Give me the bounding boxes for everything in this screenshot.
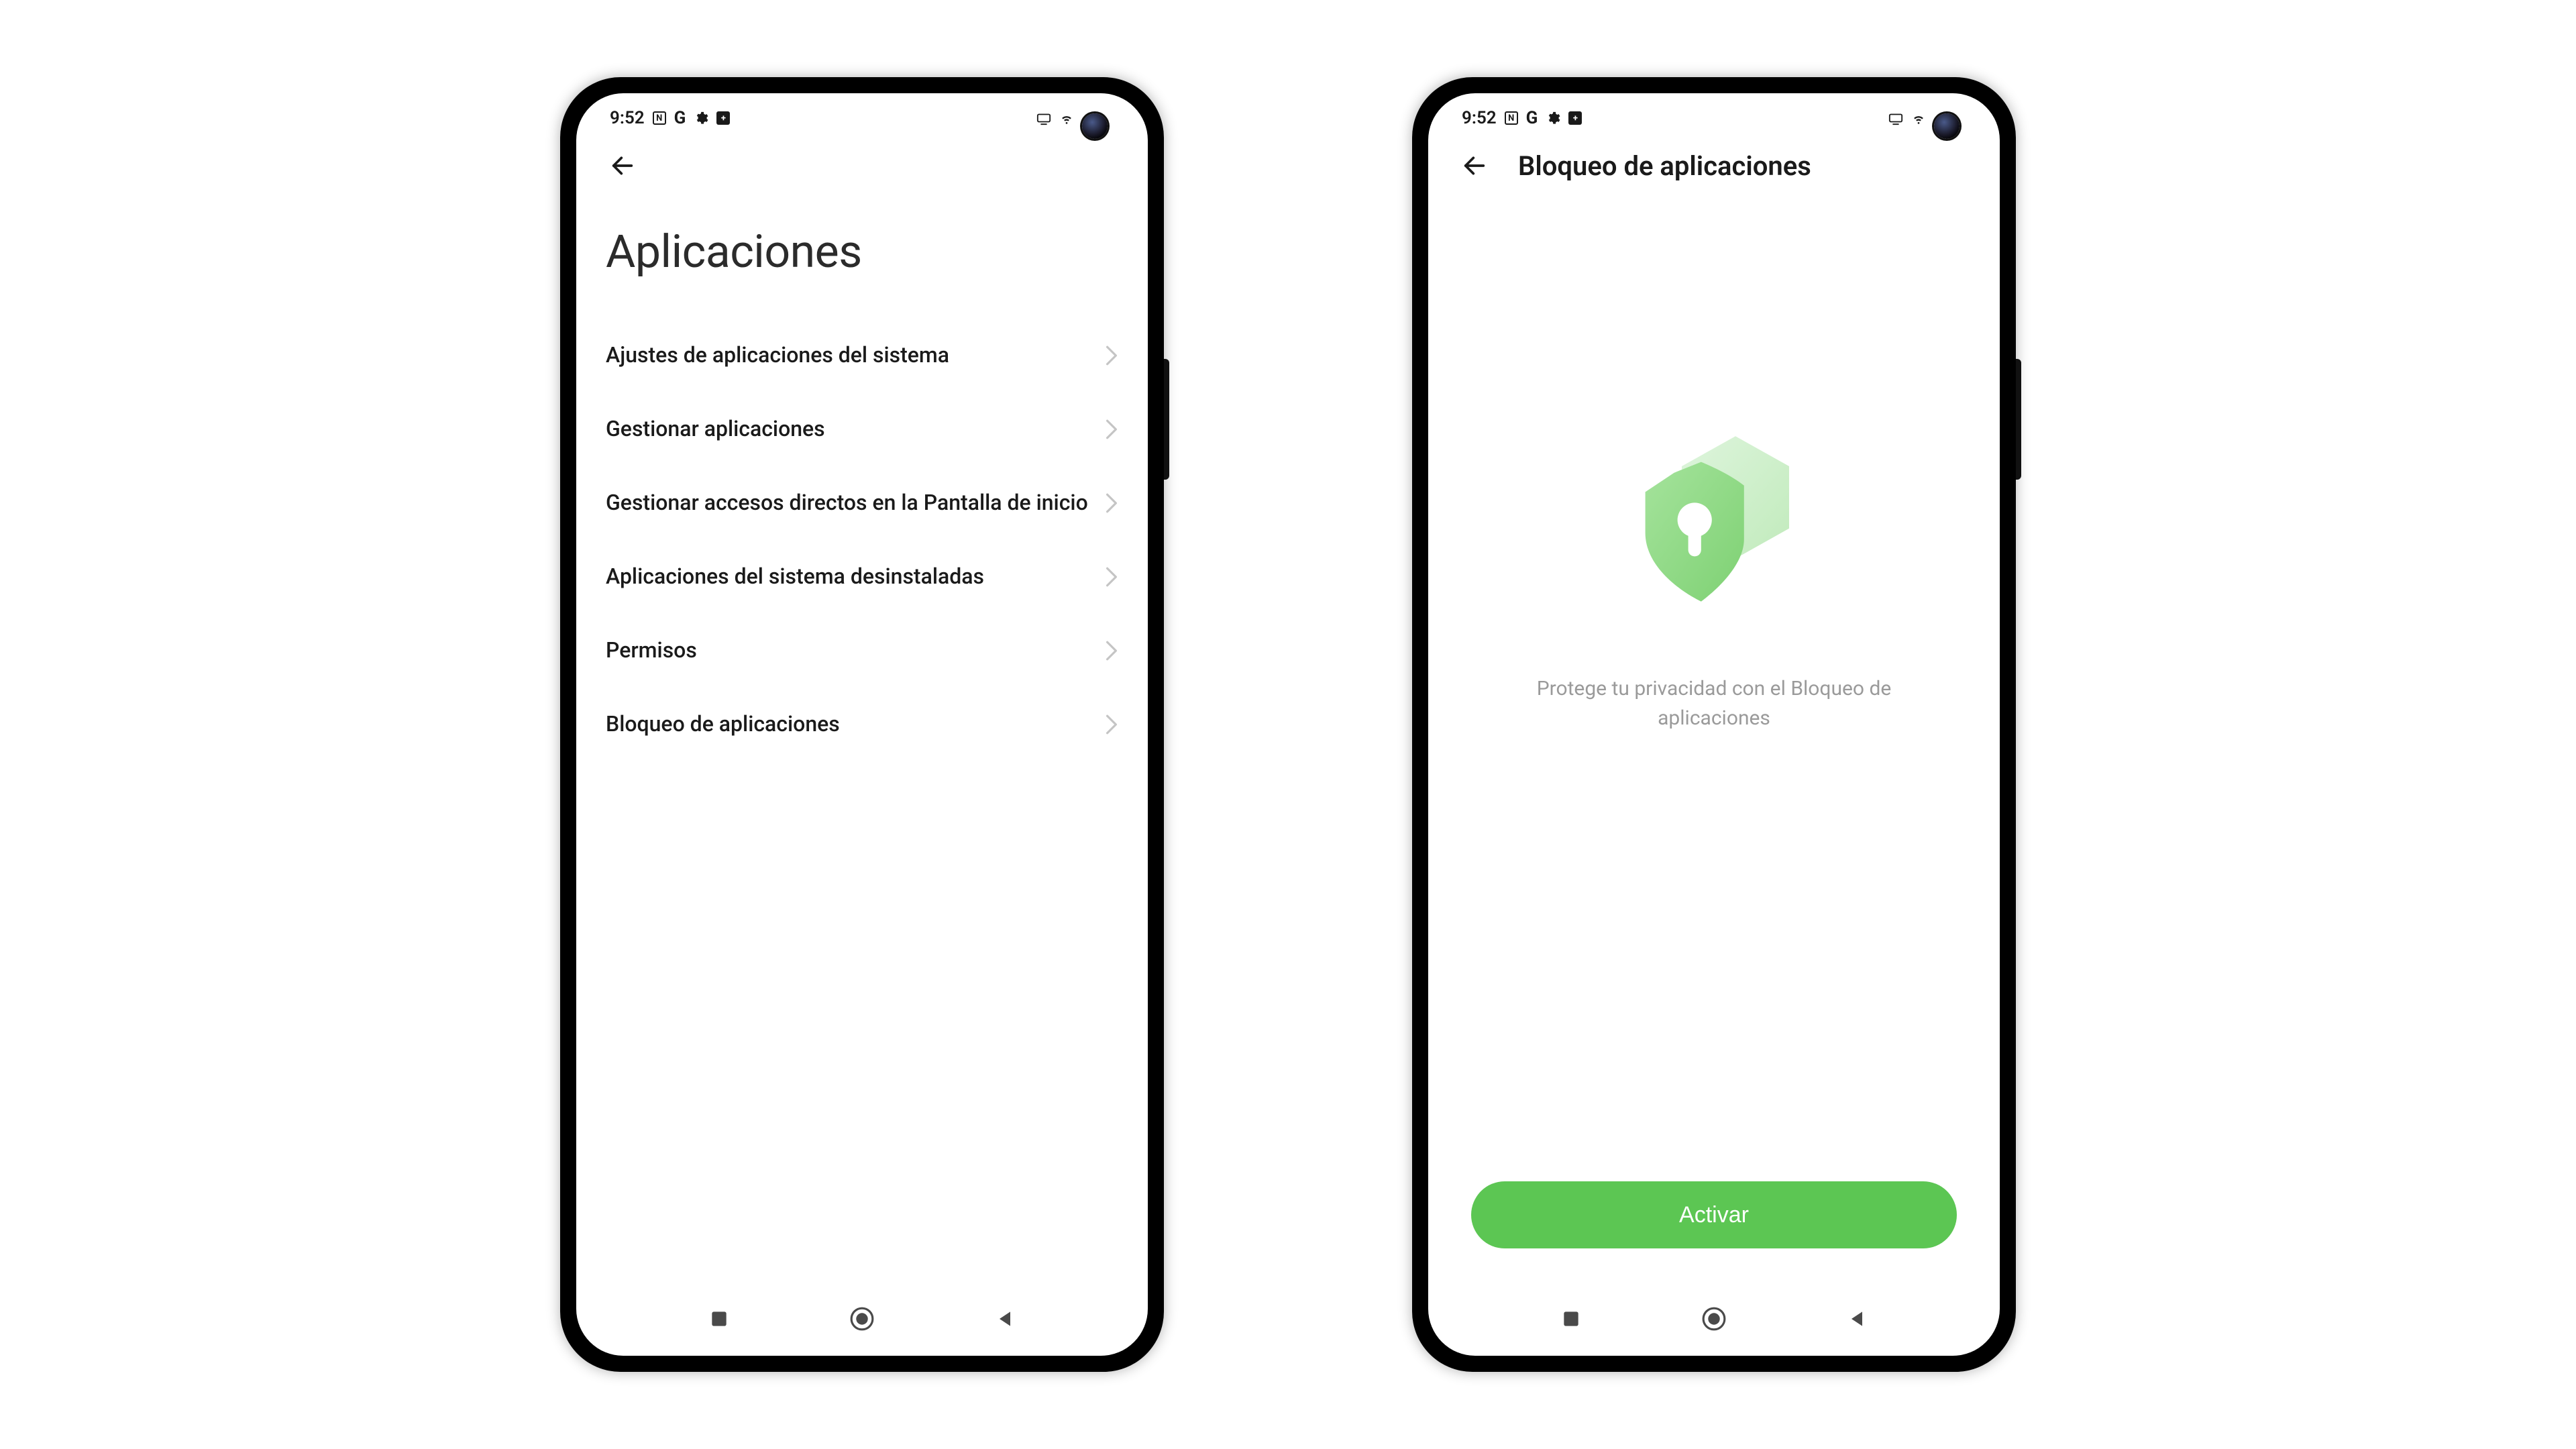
list-item-label: Gestionar aplicaciones (606, 415, 1105, 443)
nav-home-button[interactable] (1674, 1299, 1754, 1339)
wifi-icon (1911, 111, 1926, 125)
list-item-label: Bloqueo de aplicaciones (606, 710, 1105, 739)
shield-illustration (1607, 413, 1821, 627)
list-item-label: Aplicaciones del sistema desinstaladas (606, 563, 1105, 591)
app-bar (576, 133, 1148, 198)
content-right: Protege tu privacidad con el Bloqueo de … (1428, 198, 2000, 1282)
cta-row: Activar (1458, 1181, 1970, 1269)
status-bar: 9:52 N G + (576, 93, 1148, 133)
nav-home-button[interactable] (822, 1299, 902, 1339)
square-icon (708, 1308, 730, 1330)
keyboard-icon (1888, 111, 1903, 125)
circle-icon (1701, 1306, 1727, 1332)
google-icon: G (674, 108, 686, 128)
status-time: 9:52 (1462, 108, 1497, 128)
chevron-right-icon (1105, 640, 1118, 661)
nav-recent-button[interactable] (1531, 1299, 1611, 1339)
nfc-icon: N (653, 111, 666, 125)
nfc-icon: N (1505, 111, 1518, 125)
hero-section: Protege tu privacidad con el Bloqueo de … (1458, 198, 1970, 1181)
phone-power-button (1164, 359, 1169, 480)
battery-saver-icon: + (1568, 111, 1582, 125)
camera-cutout (1934, 113, 1960, 139)
nav-back-button[interactable] (1817, 1299, 1897, 1339)
arrow-left-icon (1461, 152, 1488, 179)
status-left: 9:52 N G + (1462, 108, 1582, 128)
triangle-left-icon (1846, 1308, 1868, 1330)
status-left: 9:52 N G + (610, 108, 730, 128)
list-item-label: Permisos (606, 637, 1105, 665)
activate-button[interactable]: Activar (1471, 1181, 1957, 1248)
phone-frame-left: 9:52 N G + (560, 77, 1164, 1372)
chevron-right-icon (1105, 566, 1118, 588)
screen-left: 9:52 N G + (576, 93, 1148, 1356)
list-item-label: Gestionar accesos directos en la Pantall… (606, 489, 1105, 517)
status-time: 9:52 (610, 108, 645, 128)
keyboard-icon (1036, 111, 1051, 125)
status-bar: 9:52 N G + (1428, 93, 2000, 133)
wifi-icon (1059, 111, 1074, 125)
list-item-manage-shortcuts[interactable]: Gestionar accesos directos en la Pantall… (606, 466, 1118, 540)
chevron-right-icon (1105, 492, 1118, 514)
nav-bar (1428, 1282, 2000, 1356)
nav-bar (576, 1282, 1148, 1356)
triangle-left-icon (994, 1308, 1016, 1330)
chevron-right-icon (1105, 345, 1118, 366)
screen-right: 9:52 N G + Bloqueo de a (1428, 93, 2000, 1356)
page-title: Aplicaciones (606, 225, 1118, 278)
list-item-manage-apps[interactable]: Gestionar aplicaciones (606, 392, 1118, 466)
square-icon (1560, 1308, 1582, 1330)
nav-back-button[interactable] (965, 1299, 1045, 1339)
battery-saver-icon: + (716, 111, 730, 125)
gear-icon (694, 111, 708, 125)
arrow-left-icon (609, 152, 636, 179)
chevron-right-icon (1105, 714, 1118, 735)
content-left: Aplicaciones Ajustes de aplicaciones del… (576, 198, 1148, 1282)
camera-cutout (1082, 113, 1108, 139)
app-bar-title: Bloqueo de aplicaciones (1518, 150, 1811, 182)
back-button[interactable] (1458, 149, 1491, 182)
google-icon: G (1526, 108, 1538, 128)
phone-frame-right: 9:52 N G + Bloqueo de a (1412, 77, 2016, 1372)
circle-icon (849, 1306, 875, 1332)
list-item-permissions[interactable]: Permisos (606, 614, 1118, 688)
list-item-app-lock[interactable]: Bloqueo de aplicaciones (606, 688, 1118, 761)
phone-power-button (2016, 359, 2021, 480)
gear-icon (1546, 111, 1560, 125)
list-item-system-app-settings[interactable]: Ajustes de aplicaciones del sistema (606, 319, 1118, 392)
hero-text: Protege tu privacidad con el Bloqueo de … (1529, 674, 1898, 733)
nav-recent-button[interactable] (679, 1299, 759, 1339)
shield-lock-icon (1607, 413, 1821, 627)
list-item-uninstalled-system-apps[interactable]: Aplicaciones del sistema desinstaladas (606, 540, 1118, 614)
list-item-label: Ajustes de aplicaciones del sistema (606, 341, 1105, 370)
chevron-right-icon (1105, 419, 1118, 440)
back-button[interactable] (606, 149, 639, 182)
app-bar: Bloqueo de aplicaciones (1428, 133, 2000, 198)
